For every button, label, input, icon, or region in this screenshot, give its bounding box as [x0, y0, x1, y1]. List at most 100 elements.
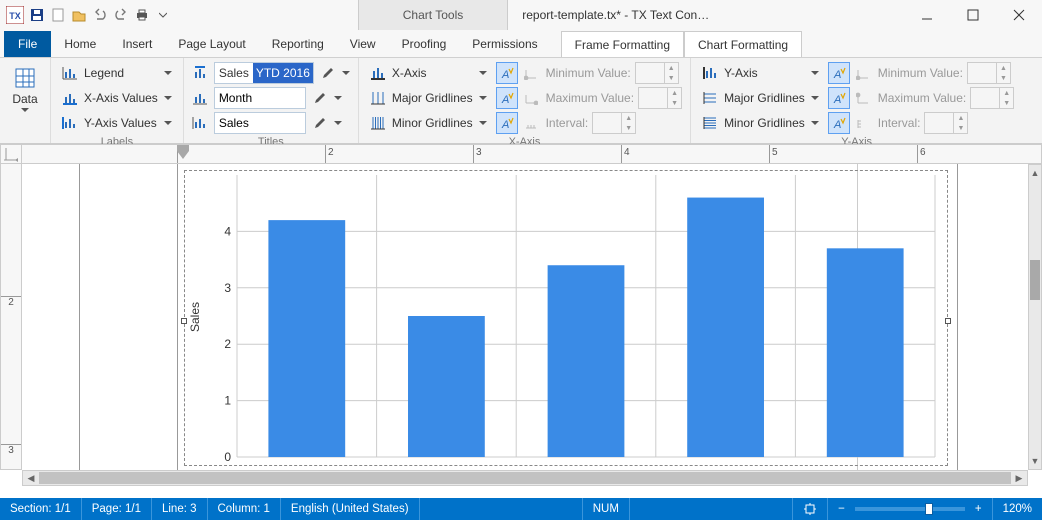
x-major-gridlines-button[interactable]: Major Gridlines [367, 87, 490, 109]
y-axis-title-value[interactable] [215, 113, 305, 133]
svg-text:A: A [833, 119, 841, 130]
chevron-down-icon [164, 121, 172, 126]
status-num[interactable]: NUM [583, 498, 629, 520]
y-max-input[interactable]: ▲▼ [970, 87, 1014, 109]
vertical-ruler[interactable]: 2 3 [0, 164, 22, 470]
scroll-thumb[interactable] [39, 472, 1011, 484]
svg-text:A: A [833, 69, 841, 80]
x-interval-label: Interval: [542, 116, 589, 130]
chevron-down-icon [164, 96, 172, 101]
x-min-input[interactable]: ▲▼ [635, 62, 679, 84]
y-auto-toggle-3[interactable]: A [828, 112, 850, 134]
tab-insert[interactable]: Insert [109, 31, 165, 57]
status-page[interactable]: Page: 1/1 [82, 498, 151, 520]
y-major-label: Major Gridlines [724, 91, 805, 105]
chart-title-prefix: Sales [215, 63, 253, 83]
chart-title-icon [192, 65, 208, 81]
y-axis-title-input[interactable] [214, 112, 306, 134]
x-auto-toggle-1[interactable]: A [496, 62, 518, 84]
x-axis-values-button[interactable]: X-Axis Values [59, 87, 175, 109]
x-max-input[interactable]: ▲▼ [638, 87, 682, 109]
chevron-down-icon[interactable] [155, 7, 171, 23]
resize-handle-right[interactable] [945, 318, 951, 324]
y-axis-label: Y-Axis [724, 66, 758, 80]
status-language[interactable]: English (United States) [281, 498, 419, 520]
zoom-fit-icon[interactable] [793, 498, 827, 520]
svg-text:TX: TX [9, 11, 21, 21]
tab-home[interactable]: Home [51, 31, 109, 57]
minimize-button[interactable] [904, 0, 950, 30]
redo-icon[interactable] [113, 7, 129, 23]
save-icon[interactable] [29, 7, 45, 23]
ruler-corner [0, 144, 22, 164]
x-axis-label: X-Axis [392, 66, 427, 80]
scroll-up-icon[interactable]: ▲ [1029, 165, 1041, 181]
tab-permissions[interactable]: Permissions [459, 31, 550, 57]
y-auto-toggle-2[interactable]: A [828, 87, 850, 109]
tab-file[interactable]: File [4, 31, 51, 57]
y-axis-button[interactable]: Y-Axis [699, 62, 822, 84]
print-icon[interactable] [134, 7, 150, 23]
status-column[interactable]: Column: 1 [208, 498, 280, 520]
gridlines-minor-icon [370, 115, 386, 131]
horizontal-ruler[interactable] [22, 144, 1042, 164]
undo-icon[interactable] [92, 7, 108, 23]
gridlines-icon [370, 90, 386, 106]
app-icon: TX [6, 6, 24, 24]
axis-icon [370, 65, 386, 81]
x-auto-toggle-2[interactable]: A [496, 87, 518, 109]
new-icon[interactable] [50, 7, 66, 23]
x-minor-gridlines-button[interactable]: Minor Gridlines [367, 112, 490, 134]
scroll-left-icon[interactable]: ◀ [23, 471, 39, 485]
chart-plot: 01234 [213, 171, 939, 463]
tab-frame-formatting[interactable]: Frame Formatting [561, 31, 684, 57]
x-axis-title-value[interactable] [215, 88, 305, 108]
scroll-thumb[interactable] [1030, 260, 1040, 300]
zoom-controls: − + [828, 498, 991, 520]
y-major-gridlines-button[interactable]: Major Gridlines [699, 87, 822, 109]
zoom-slider-knob[interactable] [925, 503, 933, 515]
data-button[interactable]: Data [8, 62, 42, 116]
legend-button[interactable]: Legend [59, 62, 175, 84]
y-min-input[interactable]: ▲▼ [967, 62, 1011, 84]
vertical-scrollbar[interactable]: ▲ ▼ [1028, 164, 1042, 470]
close-button[interactable] [996, 0, 1042, 30]
status-bar: Section: 1/1 Page: 1/1 Line: 3 Column: 1… [0, 498, 1042, 520]
scroll-down-icon[interactable]: ▼ [1029, 453, 1041, 469]
zoom-out-button[interactable]: − [838, 503, 845, 515]
svg-text:A: A [501, 94, 509, 105]
chart-title-input[interactable]: Sales YTD 2016 [214, 62, 314, 84]
maximize-button[interactable] [950, 0, 996, 30]
x-interval-input[interactable]: ▲▼ [592, 112, 636, 134]
x-auto-toggle-3[interactable]: A [496, 112, 518, 134]
y-interval-input[interactable]: ▲▼ [924, 112, 968, 134]
status-line[interactable]: Line: 3 [152, 498, 207, 520]
interval-icon [856, 116, 870, 130]
gridlines-icon [702, 90, 718, 106]
horizontal-scrollbar[interactable]: ◀ ▶ [22, 470, 1028, 486]
tab-view[interactable]: View [337, 31, 389, 57]
scroll-right-icon[interactable]: ▶ [1011, 471, 1027, 485]
tab-reporting[interactable]: Reporting [259, 31, 337, 57]
chevron-down-icon [21, 108, 29, 116]
pencil-button[interactable] [320, 62, 350, 84]
x-axis-title-input[interactable] [214, 87, 306, 109]
zoom-slider[interactable] [855, 507, 965, 511]
tab-page-layout[interactable]: Page Layout [165, 31, 258, 57]
zoom-value[interactable]: 120% [993, 498, 1042, 520]
pencil-button[interactable] [312, 87, 342, 109]
y-auto-toggle-1[interactable]: A [828, 62, 850, 84]
pencil-button[interactable] [312, 112, 342, 134]
chevron-down-icon [811, 121, 819, 126]
chart-title-selection: YTD 2016 [253, 63, 313, 83]
tab-proofing[interactable]: Proofing [389, 31, 460, 57]
open-icon[interactable] [71, 7, 87, 23]
document-title: report-template.tx* - TX Text Con… [508, 0, 723, 30]
y-axis-values-button[interactable]: Y-Axis Values [59, 112, 175, 134]
zoom-in-button[interactable]: + [975, 503, 982, 515]
status-section[interactable]: Section: 1/1 [0, 498, 81, 520]
tab-chart-formatting[interactable]: Chart Formatting [684, 31, 802, 57]
y-minor-gridlines-button[interactable]: Minor Gridlines [699, 112, 822, 134]
chart-frame[interactable]: Sales 01234 [184, 170, 948, 466]
x-axis-button[interactable]: X-Axis [367, 62, 490, 84]
